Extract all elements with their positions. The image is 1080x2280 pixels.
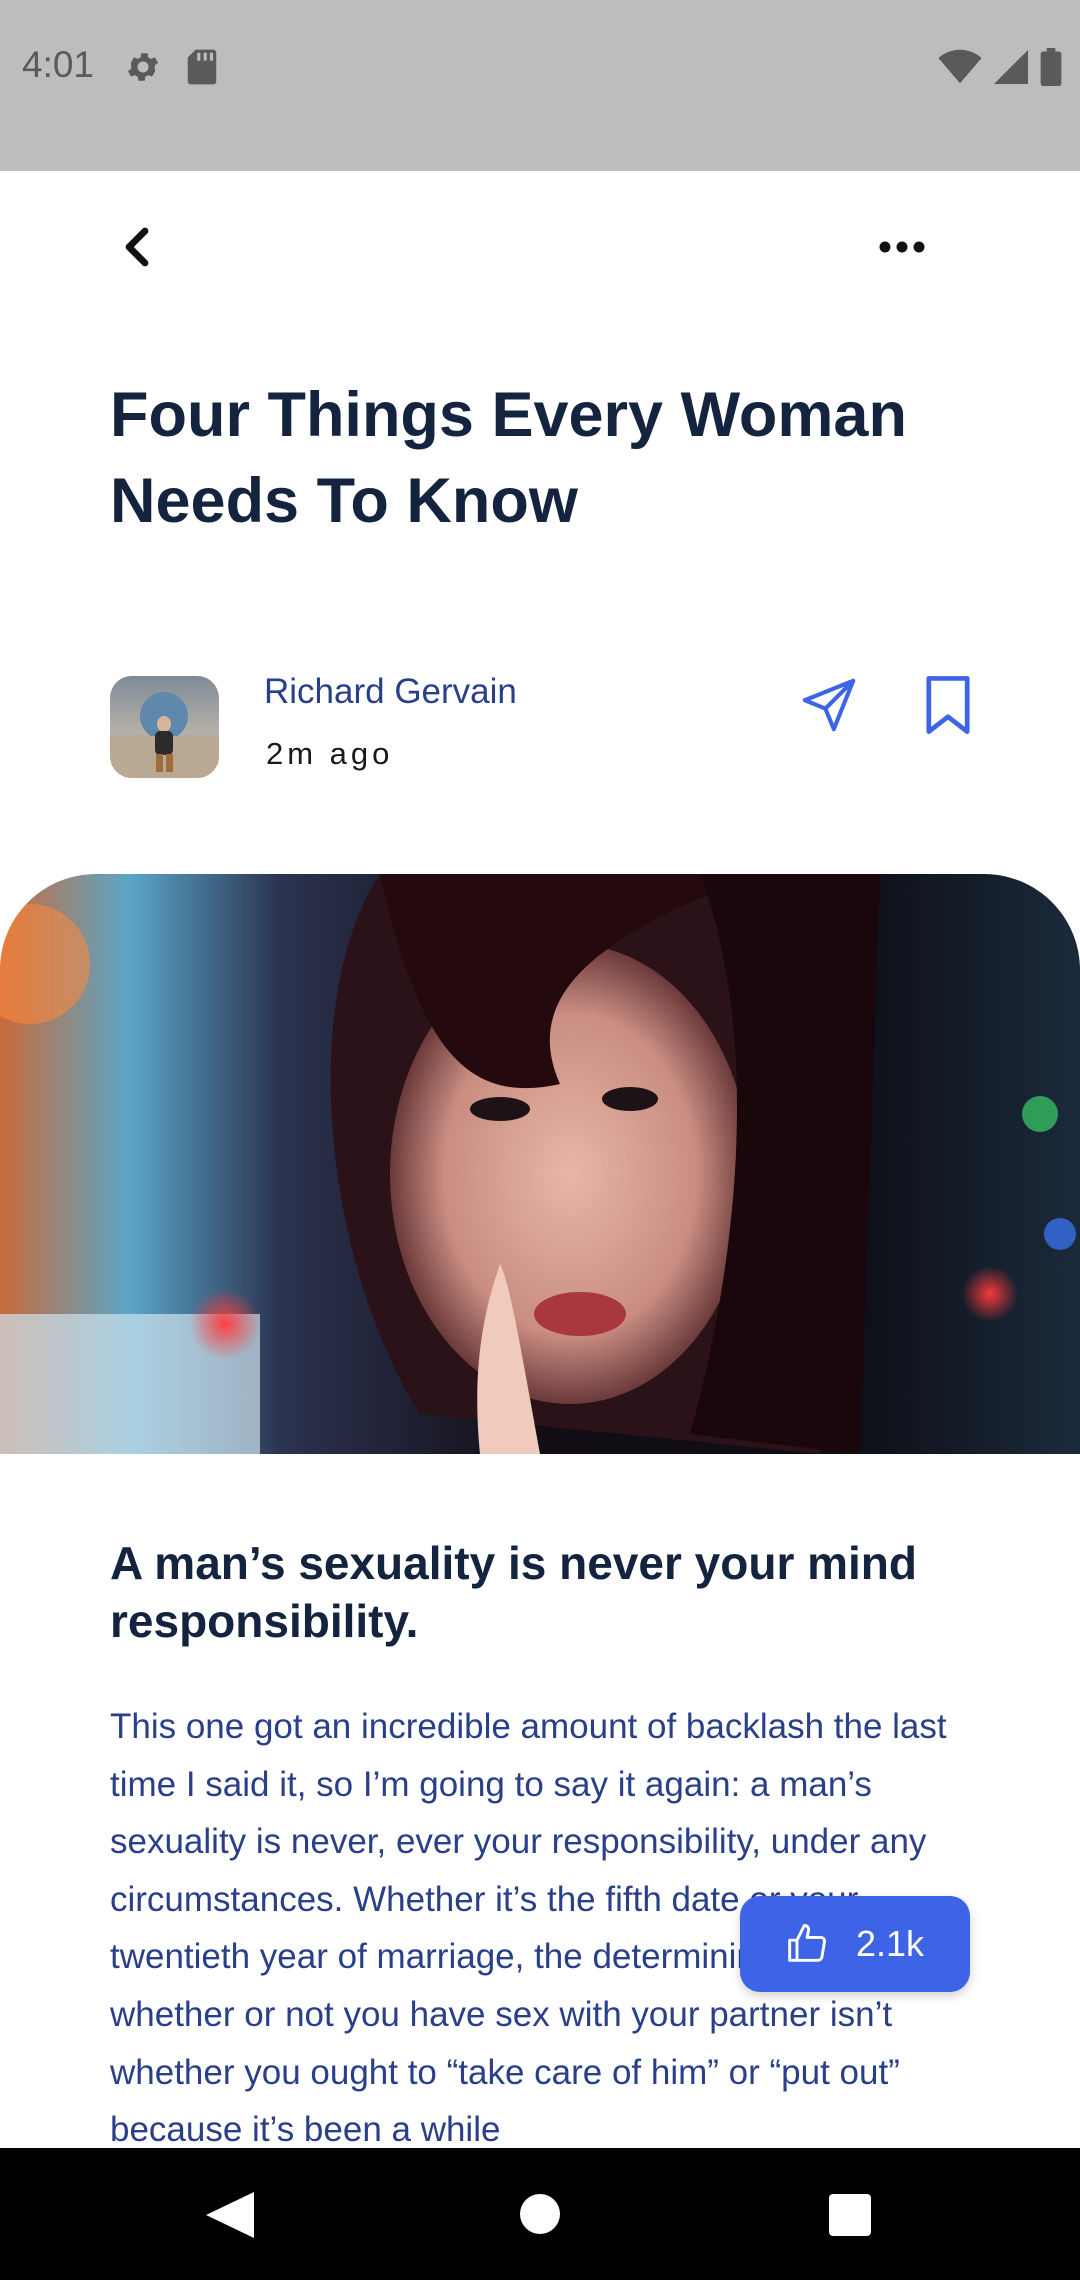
nav-back-icon	[204, 2192, 258, 2244]
nav-home-button[interactable]	[520, 2194, 560, 2234]
status-time: 4:01	[22, 44, 95, 85]
nav-recents-button[interactable]	[829, 2194, 871, 2236]
more-options-button[interactable]	[872, 225, 932, 273]
status-bar: 4:01	[0, 0, 1080, 171]
cellular-signal-icon	[994, 49, 1028, 90]
status-left-icons	[124, 48, 218, 91]
article-subheading: A man’s sexuality is never your mind res…	[110, 1537, 917, 1647]
battery-icon	[1040, 48, 1062, 91]
share-button[interactable]	[800, 676, 858, 734]
bookmark-button[interactable]	[924, 674, 972, 736]
thumbs-up-icon	[786, 1921, 830, 1968]
more-horizontal-icon	[879, 240, 925, 258]
nav-back-button[interactable]	[204, 2190, 258, 2240]
author-avatar[interactable]	[110, 676, 219, 778]
wifi-icon	[938, 49, 982, 90]
chevron-left-icon	[123, 227, 151, 272]
article-title: Four Things Every Woman Needs To Know	[110, 380, 907, 536]
author-name[interactable]: Richard Gervain	[264, 672, 517, 712]
like-button[interactable]: 2.1k	[740, 1896, 970, 1992]
settings-icon	[124, 48, 162, 91]
hero-image	[0, 874, 1080, 1454]
bookmark-icon	[924, 676, 972, 740]
post-time: 2m ago	[266, 736, 394, 771]
sd-card-icon	[186, 48, 218, 91]
status-right-icons	[938, 48, 1062, 91]
back-button[interactable]	[110, 222, 164, 276]
send-icon	[800, 678, 858, 738]
like-count: 2.1k	[855, 1923, 925, 1964]
